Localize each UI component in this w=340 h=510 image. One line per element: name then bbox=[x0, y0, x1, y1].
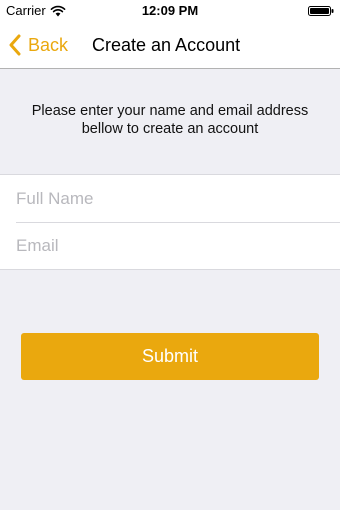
email-row bbox=[0, 222, 340, 269]
instructions-text: Please enter your name and email address… bbox=[31, 103, 309, 137]
back-label: Back bbox=[28, 34, 69, 55]
submit-button[interactable]: Submit bbox=[21, 333, 319, 380]
email-input[interactable] bbox=[16, 222, 326, 269]
navigation-bar: Back Create an Account bbox=[0, 22, 340, 69]
full-name-row bbox=[0, 175, 340, 222]
status-bar: Carrier 12:09 PM bbox=[0, 0, 340, 22]
account-form bbox=[0, 174, 340, 270]
battery-icon bbox=[308, 6, 334, 16]
status-time: 12:09 PM bbox=[141, 3, 199, 18]
back-button[interactable]: Back bbox=[8, 33, 68, 57]
page-title: Create an Account bbox=[92, 35, 241, 55]
chevron-left-icon bbox=[9, 34, 21, 56]
full-name-input[interactable] bbox=[16, 175, 326, 222]
